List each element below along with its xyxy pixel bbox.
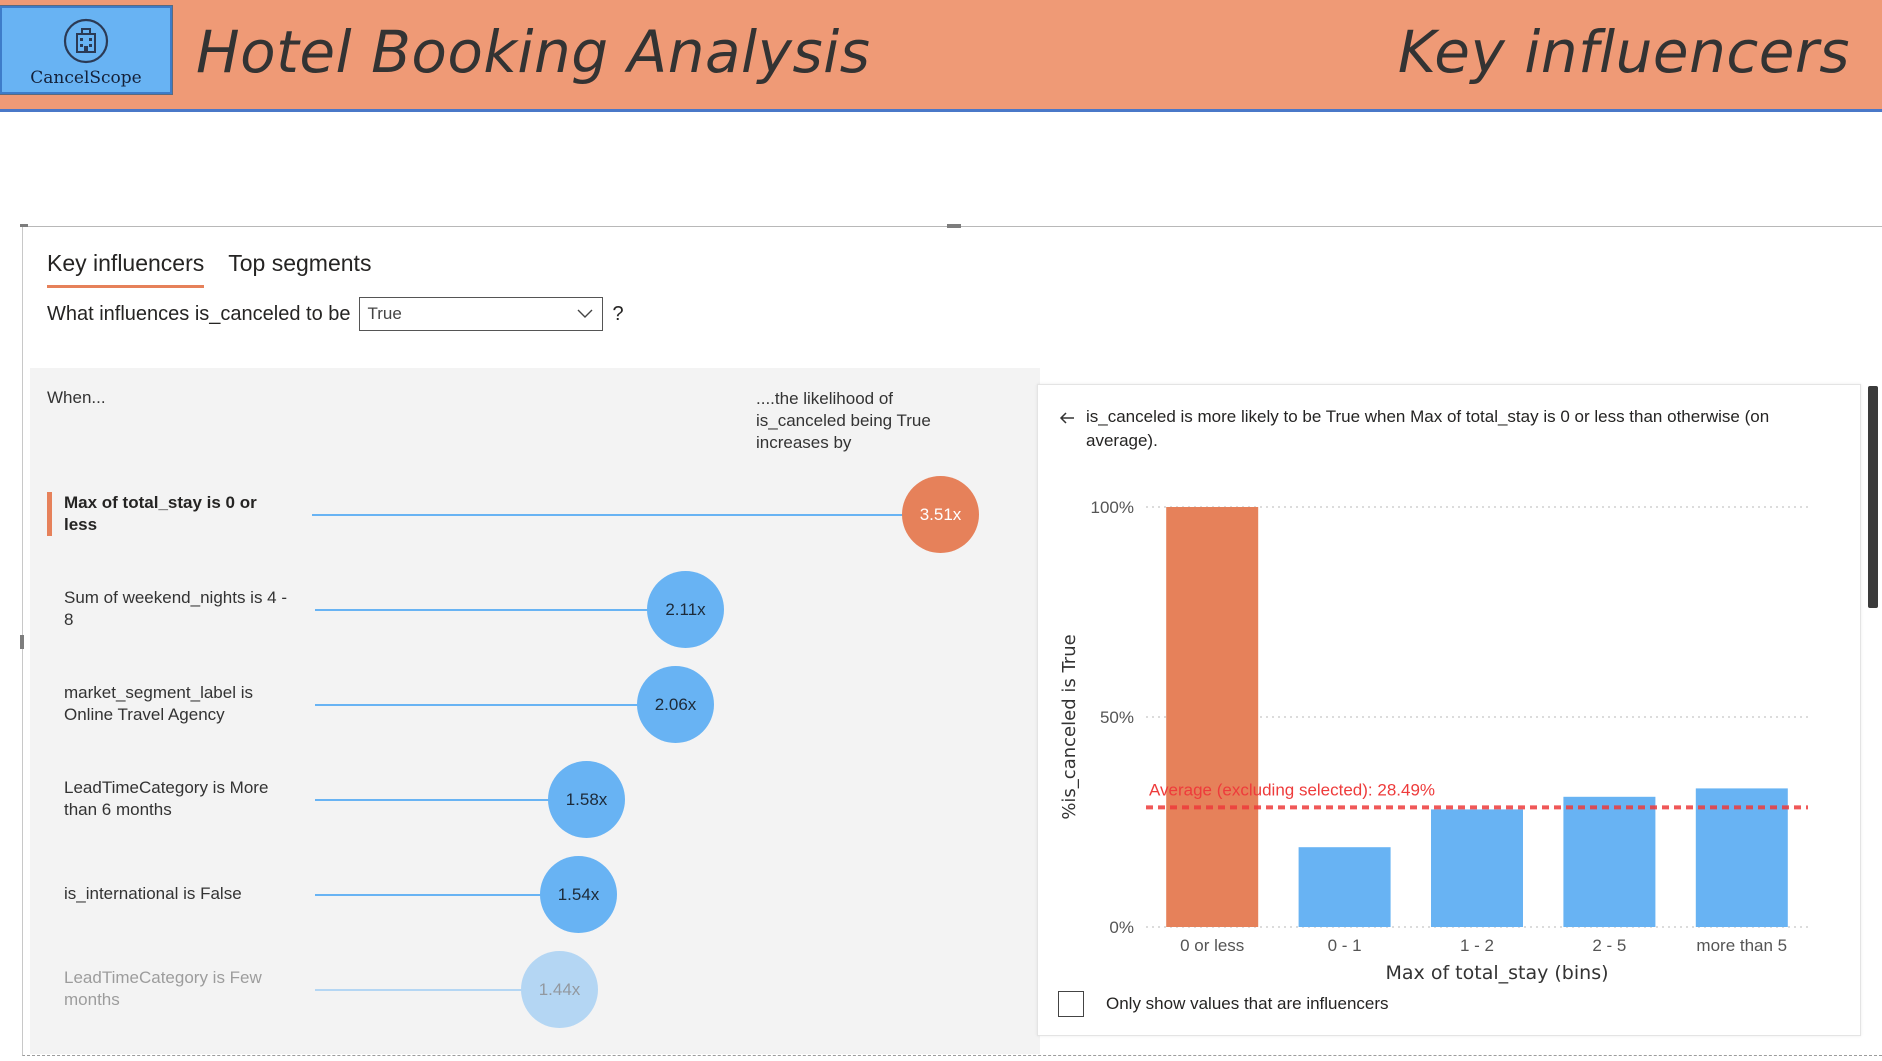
influencer-row[interactable]: LeadTimeCategory is Few months 1.44x [30, 947, 1040, 1028]
dropdown-value: True [367, 304, 402, 323]
only-influencers-checkbox[interactable] [1058, 991, 1084, 1017]
when-header: When... [47, 388, 106, 407]
influencer-row[interactable]: Sum of weekend_nights is 4 - 8 2.11x [30, 567, 1040, 648]
influencer-list-panel: When... ....the likelihood of is_cancele… [30, 368, 1040, 1054]
x-tick-label: 0 or less [1180, 936, 1244, 955]
influencer-label: Sum of weekend_nights is 4 - 8 [64, 588, 288, 629]
page-title: Key influencers [1397, 18, 1850, 86]
question-prefix: What influences is_canceled to be [47, 302, 351, 325]
average-line-label: Average (excluding selected): 28.49% [1149, 780, 1435, 799]
x-axis-title: Max of total_stay (bins) [1386, 962, 1609, 984]
influence-bar-chart: 0% 50% 100% 0 or less 0 - 1 1 - 2 2 - 5 more th… [1059, 498, 1808, 984]
likelihood-header: ....the likelihood of is_canceled being … [756, 389, 931, 452]
chevron-down-icon [577, 309, 593, 318]
influencer-bubble: 1.54x [540, 856, 617, 933]
influence-question: What influences is_canceled to be True ? [47, 296, 624, 332]
influencer-line [315, 609, 663, 611]
building-icon [63, 18, 109, 64]
influencer-bubble: 2.06x [637, 666, 714, 743]
x-tick-label: 1 - 2 [1460, 936, 1494, 955]
chart-bar [1166, 507, 1259, 927]
influencer-label: LeadTimeCategory is More than 6 months [64, 778, 269, 819]
chart-bar [1563, 796, 1656, 927]
selected-marker [47, 492, 52, 536]
influencer-bubble: 2.11x [647, 571, 724, 648]
influencer-line [315, 894, 557, 896]
y-tick-label: 100% [1091, 498, 1134, 517]
app-title: Hotel Booking Analysis [196, 18, 871, 86]
influencer-row[interactable]: market_segment_label is Online Travel Ag… [30, 662, 1040, 743]
target-value-dropdown[interactable]: True [358, 297, 603, 331]
corner-handle-top-left[interactable] [20, 224, 28, 227]
only-influencers-label: Only show values that are influencers [1106, 994, 1389, 1013]
visual-header [1848, 201, 1876, 225]
influencer-line [315, 704, 653, 706]
y-tick-label: 0% [1109, 918, 1134, 937]
influencer-line [312, 514, 918, 516]
x-tick-label: more than 5 [1696, 936, 1787, 955]
x-tick-label: 0 - 1 [1328, 936, 1362, 955]
resize-handle-left[interactable] [20, 635, 24, 649]
influencer-row[interactable]: Max of total_stay is 0 or less 3.51x [30, 472, 1040, 553]
influencer-bubble: 1.44x [521, 951, 598, 1028]
logo-text: CancelScope [30, 68, 142, 88]
y-axis-title: %is_canceled is True [1059, 634, 1080, 819]
influencer-label: is_international is False [64, 884, 242, 903]
chart-bar [1431, 809, 1523, 927]
influencer-label: Max of total_stay is 0 or less [64, 493, 257, 534]
influencer-line [315, 989, 537, 991]
influencer-line [315, 799, 565, 801]
only-influencers-option[interactable]: Only show values that are influencers [1058, 991, 1389, 1017]
resize-handle-top[interactable] [947, 224, 961, 228]
header-divider [0, 109, 1882, 112]
influencer-bubble: 1.58x [548, 761, 625, 838]
detail-scrollbar[interactable] [1868, 386, 1878, 608]
influencer-row[interactable]: LeadTimeCategory is More than 6 months 1… [30, 757, 1040, 838]
influencer-label: market_segment_label is Online Travel Ag… [64, 683, 253, 724]
y-tick-label: 50% [1100, 708, 1134, 727]
question-suffix: ? [612, 302, 624, 325]
influencer-bubble: 3.51x [902, 476, 979, 553]
influencer-detail-panel: is_canceled is more likely to be True wh… [1037, 384, 1861, 1036]
chart-bar [1298, 847, 1391, 927]
influencer-row[interactable]: is_international is False 1.54x [30, 852, 1040, 933]
x-tick-label: 2 - 5 [1592, 936, 1626, 955]
logo: CancelScope [0, 5, 173, 95]
influencer-label: LeadTimeCategory is Few months [64, 968, 262, 1009]
header-banner: CancelScope Hotel Booking Analysis Key i… [0, 0, 1882, 112]
visual-tabs: Key influencers Top segments [47, 250, 371, 288]
tab-top-segments[interactable]: Top segments [228, 250, 371, 288]
tab-key-influencers[interactable]: Key influencers [47, 250, 205, 288]
